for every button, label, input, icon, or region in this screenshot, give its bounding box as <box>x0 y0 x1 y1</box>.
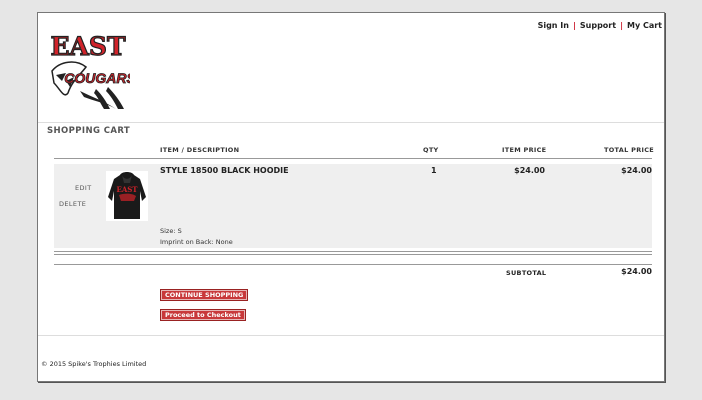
continue-shopping-button[interactable]: CONTINUE SHOPPING <box>160 289 249 301</box>
product-size: Size: S <box>160 227 182 235</box>
column-header-item-price: ITEM PRICE <box>502 146 547 154</box>
east-cougars-logo[interactable]: EAST COUGARS <box>46 31 130 111</box>
subtotal-divider <box>54 264 652 265</box>
column-header-item: ITEM / DESCRIPTION <box>160 146 240 154</box>
page-container: Sign In | Support | My Cart EAST COUGARS SHO… <box>37 12 665 382</box>
support-link[interactable]: Support <box>580 21 616 30</box>
row-divider-top <box>54 251 652 252</box>
top-nav: Sign In | Support | My Cart <box>538 21 662 30</box>
subtotal-label: SUBTOTAL <box>506 269 547 277</box>
column-header-total-price: TOTAL PRICE <box>604 146 655 154</box>
header-divider <box>38 122 664 123</box>
page-title: SHOPPING CART <box>47 126 131 136</box>
my-cart-link[interactable]: My Cart <box>627 21 662 30</box>
row-divider-bottom <box>54 254 652 255</box>
edit-link[interactable]: EDIT <box>75 184 92 192</box>
footer-copyright: © 2015 Spike's Trophies Limited <box>41 360 147 368</box>
total-price-value: $24.00 <box>621 166 652 175</box>
hoodie-logo-text: EAST <box>116 185 138 194</box>
footer-divider <box>38 335 664 336</box>
column-header-qty: QTY <box>423 146 439 154</box>
delete-link[interactable]: DELETE <box>59 200 86 208</box>
proceed-to-checkout-button[interactable]: Proceed to Checkout <box>160 309 246 321</box>
quantity-value: 1 <box>431 166 437 175</box>
header-row-divider <box>54 158 652 159</box>
product-name: STYLE 18500 BLACK HOODIE <box>160 166 289 175</box>
logo-east-text: EAST <box>50 32 126 61</box>
subtotal-value: $24.00 <box>621 267 652 276</box>
item-price-value: $24.00 <box>514 166 545 175</box>
product-thumbnail[interactable]: EAST <box>106 171 148 221</box>
nav-separator: | <box>572 21 576 30</box>
nav-separator: | <box>620 21 623 30</box>
browser-top-strip <box>0 0 702 12</box>
product-imprint: Imprint on Back: None <box>160 238 233 246</box>
logo-cougars-text: COUGARS <box>64 70 130 86</box>
sign-in-link[interactable]: Sign In <box>538 21 569 30</box>
